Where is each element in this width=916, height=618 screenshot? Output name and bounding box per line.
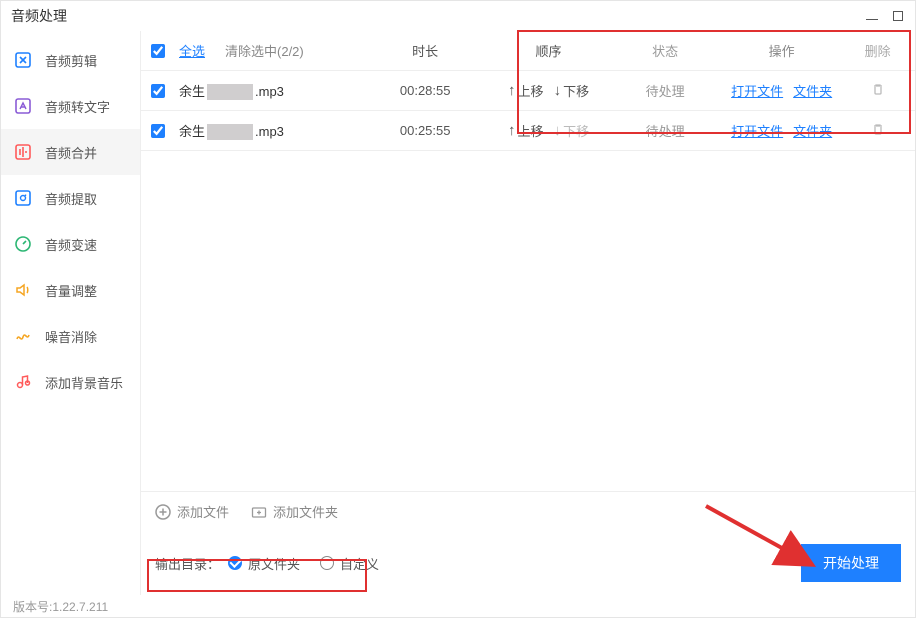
delete-button[interactable] [871,124,885,139]
main-panel: 全选 清除选中(2/2) 时长 顺序 状态 操作 删除 余生.mp3 00:28:… [141,31,915,595]
col-operate: 操作 [713,41,850,60]
text-icon [13,96,33,116]
sidebar-item-label: 添加背景音乐 [45,373,123,392]
sidebar-item-4[interactable]: 音频变速 [1,221,140,267]
version-footer: 版本号:1.22.7.211 [1,595,108,617]
col-status: 状态 [617,41,713,60]
plus-circle-icon [155,504,171,520]
add-folder-button[interactable]: 添加文件夹 [251,502,338,521]
sidebar-item-2[interactable]: 音频合并 [1,129,140,175]
output-label: 输出目录： [155,554,220,573]
sidebar-item-label: 音频转文字 [45,97,110,116]
app-window: 音频处理 音频剪辑音频转文字音频合并音频提取音频变速音量调整噪音消除添加背景音乐… [0,0,916,618]
redacted-mask [207,124,253,140]
minimize-button[interactable] [865,9,879,23]
arrow-up-icon: ↑ [508,82,516,99]
arrow-down-icon: ↓ [554,82,562,99]
move-up-button[interactable]: ↑上移 [508,81,544,100]
sidebar-item-label: 音频合并 [45,143,97,162]
plus-folder-icon [251,504,267,520]
col-delete: 删除 [850,41,905,60]
open-file-link[interactable]: 打开文件 [731,121,783,140]
open-file-link[interactable]: 打开文件 [731,81,783,100]
output-bar: 输出目录： 原文件夹 自定义 开始处理 [141,531,915,595]
trash-icon [871,82,885,96]
sidebar-item-label: 音量调整 [45,281,97,300]
clear-selected-link[interactable]: 清除选中(2/2) [225,41,304,60]
select-all-checkbox[interactable] [151,44,165,58]
sidebar-item-label: 音频提取 [45,189,97,208]
file-name: 余生.mp3 [179,121,284,141]
cut-icon [13,50,33,70]
bgm-icon [13,372,33,392]
output-settings: 输出目录： 原文件夹 自定义 [155,554,391,573]
sidebar: 音频剪辑音频转文字音频合并音频提取音频变速音量调整噪音消除添加背景音乐 [1,31,141,595]
extract-icon [13,188,33,208]
maximize-button[interactable] [891,9,905,23]
file-list: 全选 清除选中(2/2) 时长 顺序 状态 操作 删除 余生.mp3 00:28:… [141,31,915,491]
start-button[interactable]: 开始处理 [801,544,901,582]
radio-custom-folder[interactable]: 自定义 [320,554,379,573]
table-row: 余生.mp3 00:25:55 ↑上移 ↓下移 待处理打开文件文件夹 [141,111,915,151]
duration-cell: 00:25:55 [370,123,480,138]
list-header: 全选 清除选中(2/2) 时长 顺序 状态 操作 删除 [141,31,915,71]
duration-cell: 00:28:55 [370,83,480,98]
add-bar: 添加文件 添加文件夹 [141,491,915,531]
sidebar-item-1[interactable]: 音频转文字 [1,83,140,129]
window-controls [865,9,905,23]
status-cell: 待处理 [617,81,713,100]
radio-off-icon [320,556,334,570]
file-name: 余生.mp3 [179,81,284,101]
radio-on-icon [228,556,242,570]
table-row: 余生.mp3 00:28:55 ↑上移 ↓下移 待处理打开文件文件夹 [141,71,915,111]
row-checkbox[interactable] [151,84,165,98]
move-down-button[interactable]: ↓下移 [554,81,590,100]
sidebar-item-0[interactable]: 音频剪辑 [1,37,140,83]
sidebar-item-6[interactable]: 噪音消除 [1,313,140,359]
radio-original-folder[interactable]: 原文件夹 [228,554,300,573]
merge-icon [13,142,33,162]
speed-icon [13,234,33,254]
sidebar-item-5[interactable]: 音量调整 [1,267,140,313]
trash-icon [871,122,885,136]
volume-icon [13,280,33,300]
row-checkbox[interactable] [151,124,165,138]
select-all-link[interactable]: 全选 [179,41,205,60]
arrow-up-icon: ↑ [508,122,516,139]
sidebar-item-label: 音频剪辑 [45,51,97,70]
noise-icon [13,326,33,346]
arrow-down-icon: ↓ [554,122,562,139]
status-cell: 待处理 [617,121,713,140]
sidebar-item-label: 噪音消除 [45,327,97,346]
delete-button[interactable] [871,84,885,99]
col-duration: 时长 [370,41,480,60]
move-up-button[interactable]: ↑上移 [508,121,544,140]
sidebar-item-7[interactable]: 添加背景音乐 [1,359,140,405]
redacted-mask [207,84,253,100]
add-file-button[interactable]: 添加文件 [155,502,229,521]
titlebar: 音频处理 [1,1,915,31]
sidebar-item-3[interactable]: 音频提取 [1,175,140,221]
app-title: 音频处理 [11,6,67,26]
open-folder-link[interactable]: 文件夹 [793,81,832,100]
col-order: 顺序 [480,41,617,60]
open-folder-link[interactable]: 文件夹 [793,121,832,140]
move-down-button[interactable]: ↓下移 [554,121,590,140]
sidebar-item-label: 音频变速 [45,235,97,254]
